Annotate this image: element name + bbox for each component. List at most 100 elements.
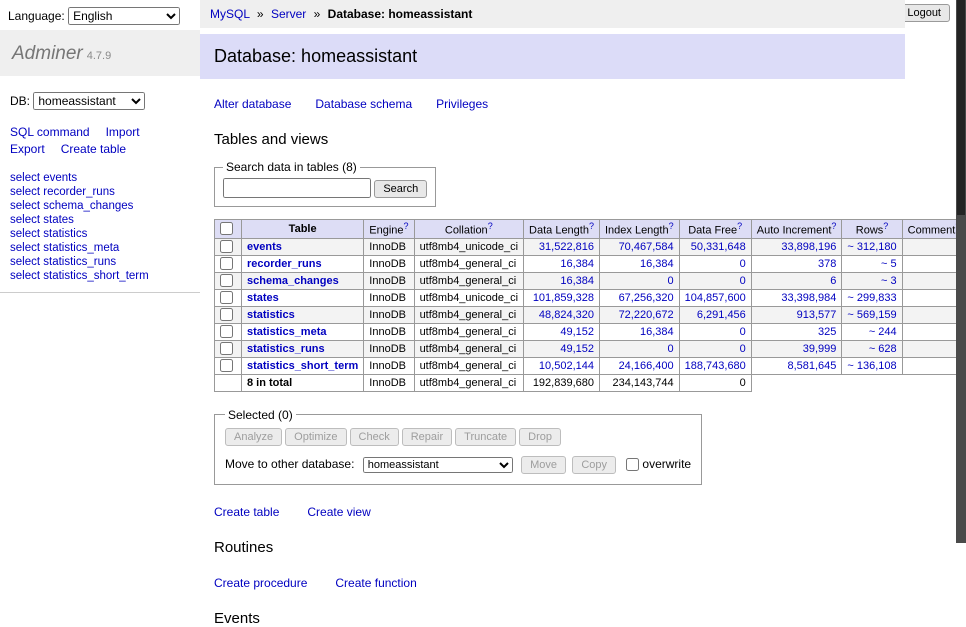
table-select-link[interactable]: select <box>10 242 40 254</box>
index-length-link[interactable]: 72,220,672 <box>619 309 674 321</box>
repair-button[interactable]: Repair <box>402 428 452 446</box>
overwrite-checkbox[interactable] <box>626 458 639 471</box>
row-checkbox[interactable] <box>220 359 233 372</box>
import-link[interactable]: Import <box>106 125 140 139</box>
index-length-link[interactable]: 67,256,320 <box>619 292 674 304</box>
row-checkbox[interactable] <box>220 342 233 355</box>
column-help-link[interactable]: ? <box>737 221 742 231</box>
select-all-checkbox[interactable] <box>220 222 233 235</box>
data-free-link[interactable]: 50,331,648 <box>691 241 746 253</box>
row-checkbox[interactable] <box>220 240 233 253</box>
sidebar-table-name-link[interactable]: schema_changes <box>43 200 133 212</box>
sql-command-link[interactable]: SQL command <box>10 125 90 139</box>
auto-increment-link[interactable]: 33,898,196 <box>781 241 836 253</box>
table-name-link[interactable]: statistics_meta <box>247 326 327 338</box>
index-length-link[interactable]: 16,384 <box>640 258 674 270</box>
alter-database-link[interactable]: Alter database <box>214 97 291 111</box>
row-checkbox[interactable] <box>220 291 233 304</box>
create-table-link[interactable]: Create table <box>61 142 126 156</box>
auto-increment-link[interactable]: 913,577 <box>797 309 837 321</box>
index-length-link[interactable]: 0 <box>668 343 674 355</box>
vertical-scrollbar[interactable] <box>956 0 966 543</box>
data-length-link[interactable]: 101,859,328 <box>533 292 594 304</box>
rows-link[interactable]: ~ 136,108 <box>847 360 896 372</box>
export-link[interactable]: Export <box>10 142 45 156</box>
rows-link[interactable]: ~ 299,833 <box>847 292 896 304</box>
optimize-button[interactable]: Optimize <box>285 428 346 446</box>
truncate-button[interactable]: Truncate <box>455 428 516 446</box>
move-button[interactable]: Move <box>521 456 566 474</box>
breadcrumb-mysql-link[interactable]: MySQL <box>210 7 250 21</box>
index-length-link[interactable]: 70,467,584 <box>619 241 674 253</box>
rows-link[interactable]: ~ 312,180 <box>847 241 896 253</box>
table-name-link[interactable]: events <box>247 241 282 253</box>
auto-increment-link[interactable]: 378 <box>818 258 836 270</box>
create-table-link[interactable]: Create table <box>214 505 279 519</box>
breadcrumb-server-link[interactable]: Server <box>271 7 306 21</box>
row-checkbox[interactable] <box>220 308 233 321</box>
table-name-link[interactable]: statistics_runs <box>247 343 325 355</box>
data-length-link[interactable]: 16,384 <box>560 275 594 287</box>
check-button[interactable]: Check <box>350 428 399 446</box>
data-length-link[interactable]: 49,152 <box>560 326 594 338</box>
rows-link[interactable]: ~ 5 <box>881 258 897 270</box>
create-function-link[interactable]: Create function <box>335 576 416 590</box>
sidebar-table-name-link[interactable]: states <box>43 214 74 226</box>
auto-increment-link[interactable]: 6 <box>830 275 836 287</box>
analyze-button[interactable]: Analyze <box>225 428 282 446</box>
privileges-link[interactable]: Privileges <box>436 97 488 111</box>
search-input[interactable] <box>223 178 371 198</box>
move-db-select[interactable]: homeassistant <box>363 457 513 473</box>
table-select-link[interactable]: select <box>10 172 40 184</box>
sidebar-table-name-link[interactable]: recorder_runs <box>43 186 115 198</box>
table-name-link[interactable]: statistics_short_term <box>247 360 358 372</box>
data-free-link[interactable]: 0 <box>740 326 746 338</box>
row-checkbox[interactable] <box>220 257 233 270</box>
data-length-link[interactable]: 48,824,320 <box>539 309 594 321</box>
scrollbar-thumb[interactable] <box>957 0 965 215</box>
data-free-link[interactable]: 104,857,600 <box>685 292 746 304</box>
table-name-link[interactable]: schema_changes <box>247 275 339 287</box>
sidebar-table-name-link[interactable]: statistics_short_term <box>43 270 148 282</box>
auto-increment-link[interactable]: 325 <box>818 326 836 338</box>
data-length-link[interactable]: 16,384 <box>560 258 594 270</box>
row-checkbox[interactable] <box>220 325 233 338</box>
rows-link[interactable]: ~ 3 <box>881 275 897 287</box>
column-help-link[interactable]: ? <box>669 221 674 231</box>
table-select-link[interactable]: select <box>10 214 40 226</box>
auto-increment-link[interactable]: 33,398,984 <box>781 292 836 304</box>
table-select-link[interactable]: select <box>10 200 40 212</box>
data-free-link[interactable]: 0 <box>740 343 746 355</box>
rows-link[interactable]: ~ 244 <box>869 326 897 338</box>
database-schema-link[interactable]: Database schema <box>315 97 412 111</box>
language-select[interactable]: English <box>68 7 180 25</box>
sidebar-table-name-link[interactable]: statistics_meta <box>43 242 119 254</box>
table-name-link[interactable]: states <box>247 292 279 304</box>
table-name-link[interactable]: statistics <box>247 309 295 321</box>
row-checkbox[interactable] <box>220 274 233 287</box>
rows-link[interactable]: ~ 569,159 <box>847 309 896 321</box>
column-help-link[interactable]: ? <box>831 221 836 231</box>
db-select[interactable]: homeassistant <box>33 92 145 110</box>
data-free-link[interactable]: 0 <box>740 258 746 270</box>
data-length-link[interactable]: 10,502,144 <box>539 360 594 372</box>
table-select-link[interactable]: select <box>10 256 40 268</box>
column-help-link[interactable]: ? <box>589 221 594 231</box>
table-select-link[interactable]: select <box>10 228 40 240</box>
rows-link[interactable]: ~ 628 <box>869 343 897 355</box>
auto-increment-link[interactable]: 39,999 <box>803 343 837 355</box>
table-select-link[interactable]: select <box>10 270 40 282</box>
column-help-link[interactable]: ? <box>404 221 409 231</box>
search-button[interactable]: Search <box>374 180 427 198</box>
index-length-link[interactable]: 16,384 <box>640 326 674 338</box>
drop-button[interactable]: Drop <box>519 428 561 446</box>
data-length-link[interactable]: 49,152 <box>560 343 594 355</box>
column-help-link[interactable]: ? <box>488 221 493 231</box>
index-length-link[interactable]: 24,166,400 <box>619 360 674 372</box>
create-procedure-link[interactable]: Create procedure <box>214 576 307 590</box>
index-length-link[interactable]: 0 <box>668 275 674 287</box>
data-free-link[interactable]: 188,743,680 <box>685 360 746 372</box>
column-help-link[interactable]: ? <box>883 221 888 231</box>
auto-increment-link[interactable]: 8,581,645 <box>787 360 836 372</box>
table-name-link[interactable]: recorder_runs <box>247 258 322 270</box>
